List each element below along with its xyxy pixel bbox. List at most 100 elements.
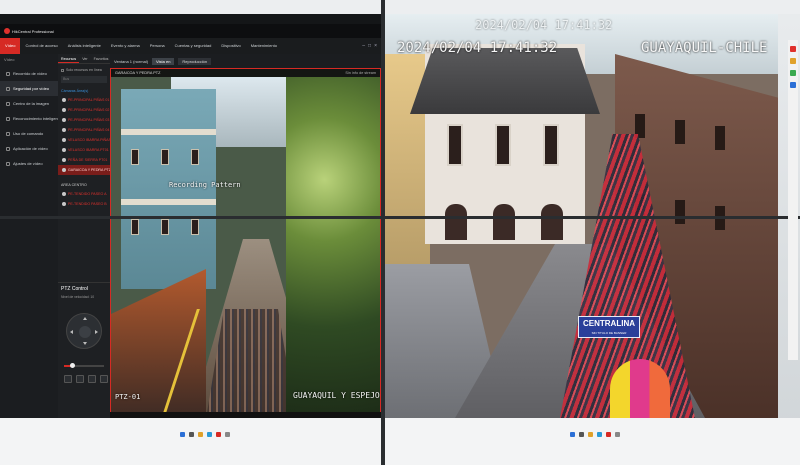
camera-list-item[interactable]: PE-PRINCIPAL PIÑAS 01 [58, 95, 110, 105]
taskbar-right [540, 430, 650, 439]
maximize-icon[interactable]: □ [368, 43, 371, 49]
camera-icon [62, 192, 66, 196]
house-door [541, 204, 563, 240]
menu-item[interactable]: Persona [145, 38, 170, 54]
osd-pattern-text: Recording Pattern [169, 181, 241, 189]
app-logo-icon [4, 28, 10, 34]
side-app-icon[interactable] [790, 58, 796, 64]
camera-list-item[interactable]: VELASCO IBARRA PT01 [58, 145, 110, 155]
building-window [191, 149, 199, 165]
house-roof [410, 48, 600, 114]
online-only-toggle[interactable]: Solo recursos en línea [61, 68, 107, 72]
ptz-speed-slider[interactable] [64, 363, 104, 368]
main-menu: Vídeo Control de acceso Análisis inteligen… [0, 38, 381, 54]
brick-window [675, 200, 685, 224]
view-name[interactable]: Ventana 1 (normal) [114, 59, 148, 64]
camera-list-item[interactable]: GARAICOA Y PEDRA PTZ [58, 165, 110, 175]
ptz-speed-knob[interactable] [70, 363, 75, 368]
resource-tab[interactable]: Recursos [58, 54, 80, 63]
settings-icon[interactable] [225, 432, 230, 437]
nav-item[interactable]: Seguridad por vídeo [0, 81, 58, 96]
playback-button[interactable]: Reproducción [178, 57, 212, 65]
focus-button[interactable] [88, 375, 96, 383]
area-group-header[interactable]: AREA CENTRO [61, 183, 107, 187]
resource-search-input[interactable]: Bus [61, 76, 107, 83]
menu-item[interactable]: Vídeo [0, 38, 21, 54]
menu-item[interactable]: Cuentas y seguridad [170, 38, 217, 54]
area-camera-list: PE-TENDIDO PASEO A PE-TENDIDO PASEO B [58, 189, 110, 209]
nav-item-label: Seguridad por vídeo [13, 86, 50, 91]
camera-icon [62, 118, 66, 122]
side-monitor-sidebar [788, 40, 798, 360]
vms-app-icon[interactable] [216, 432, 221, 437]
search-icon[interactable] [579, 432, 584, 437]
camera-name: PE-TENDIDO PASEO A [68, 192, 107, 196]
nav-item[interactable]: Aplicación de vídeo [0, 141, 58, 156]
settings-icon[interactable] [615, 432, 620, 437]
ptz-down-icon[interactable] [83, 342, 87, 345]
zoom-out-button[interactable] [76, 375, 84, 383]
ptz-right-icon[interactable] [95, 330, 98, 334]
nav-item[interactable]: Uso de comando [0, 126, 58, 141]
nav-item-label: Reconocimiento inteligente [13, 116, 58, 121]
camera-name: PE-PRINCIPAL PIÑAS 01 [68, 98, 110, 102]
iris-button[interactable] [100, 375, 108, 383]
tile-header: GARAICOA Y PEDRA PTZ Sin info de stream [111, 69, 380, 77]
house-door [493, 204, 515, 240]
zoom-in-button[interactable] [64, 375, 72, 383]
ptz-left-icon[interactable] [70, 330, 73, 334]
nav-item[interactable]: Reconocimiento inteligente [0, 111, 58, 126]
camera-list-item[interactable]: PE-PRINCIPAL PIÑAS 03 [58, 115, 110, 125]
start-icon[interactable] [570, 432, 575, 437]
camera-list: PE-PRINCIPAL PIÑAS 01 PE-PRINCIPAL PIÑAS … [58, 95, 110, 175]
camera-list-item[interactable]: VELASCO IBARRA PIÑAS [58, 135, 110, 145]
camera-list-item[interactable]: PE-TENDIDO PASEO A [58, 189, 110, 199]
banner-subtext: SIN TITULO DE BANNER [591, 331, 627, 335]
folder-icon[interactable] [588, 432, 593, 437]
title-bar: HikCentral Professional [0, 24, 381, 38]
camera-name: PE-PRINCIPAL PIÑAS 03 [68, 118, 110, 122]
nav-item[interactable]: Ajustes de vídeo [0, 156, 58, 171]
browser-icon[interactable] [597, 432, 602, 437]
vms-app-icon[interactable] [606, 432, 611, 437]
checkbox[interactable] [61, 68, 64, 72]
minimize-icon[interactable]: – [362, 43, 365, 49]
nav-item-label: Uso de comando [13, 131, 44, 136]
ptz-joystick[interactable] [66, 313, 102, 349]
menu-item[interactable]: Análisis inteligente [63, 38, 106, 54]
resource-tab[interactable]: Ver [79, 54, 90, 63]
menu-item[interactable]: Evento y alarma [106, 38, 145, 54]
live-view-button[interactable]: Vista en [152, 57, 175, 65]
folder-icon[interactable] [198, 432, 203, 437]
tile-status: Sin info de stream [345, 71, 376, 75]
ptz-up-icon[interactable] [83, 317, 87, 320]
camera-group-header[interactable]: Cámaras Área(s) [61, 89, 107, 93]
camera-list-item[interactable]: PE-PRINCIPAL PIÑAS 04 [58, 125, 110, 135]
view-toolbar: Ventana 1 (normal) Vista en Reproducción [110, 54, 381, 68]
camera-icon [62, 202, 66, 206]
camera-list-item[interactable]: PE-PRINCIPAL PIÑAS 02 [58, 105, 110, 115]
search-icon[interactable] [189, 432, 194, 437]
nav-item[interactable]: Recorrido de vídeo [0, 66, 58, 81]
nav-item-icon [6, 131, 10, 136]
camera-icon [62, 168, 66, 172]
side-app-icon[interactable] [790, 70, 796, 76]
nav-item[interactable]: Centro de la imagen [0, 96, 58, 111]
building-window [161, 149, 169, 165]
side-app-icon[interactable] [790, 82, 796, 88]
side-app-icon[interactable] [790, 46, 796, 52]
start-icon[interactable] [180, 432, 185, 437]
camera-list-item[interactable]: PE-TENDIDO PASEO B [58, 199, 110, 209]
browser-icon[interactable] [207, 432, 212, 437]
osd-date: 2024/02/04 17:41:32 [397, 40, 558, 56]
resource-tabs: Recursos Ver Favoritos [58, 54, 110, 64]
menu-item[interactable]: Dispositivo [216, 38, 245, 54]
resource-tab[interactable]: Favoritos [91, 54, 110, 63]
close-icon[interactable]: × [374, 43, 377, 49]
ptz-center-button[interactable] [79, 326, 91, 338]
menu-item[interactable]: Control de acceso [20, 38, 62, 54]
menu-item[interactable]: Mantenimiento [246, 38, 282, 54]
camera-list-item[interactable]: PEÑA DE SIERRA PT01 [58, 155, 110, 165]
video-tile[interactable]: GARAICOA Y PEDRA PTZ Sin info de stream … [110, 68, 381, 418]
online-only-label: Solo recursos en línea [66, 68, 102, 72]
